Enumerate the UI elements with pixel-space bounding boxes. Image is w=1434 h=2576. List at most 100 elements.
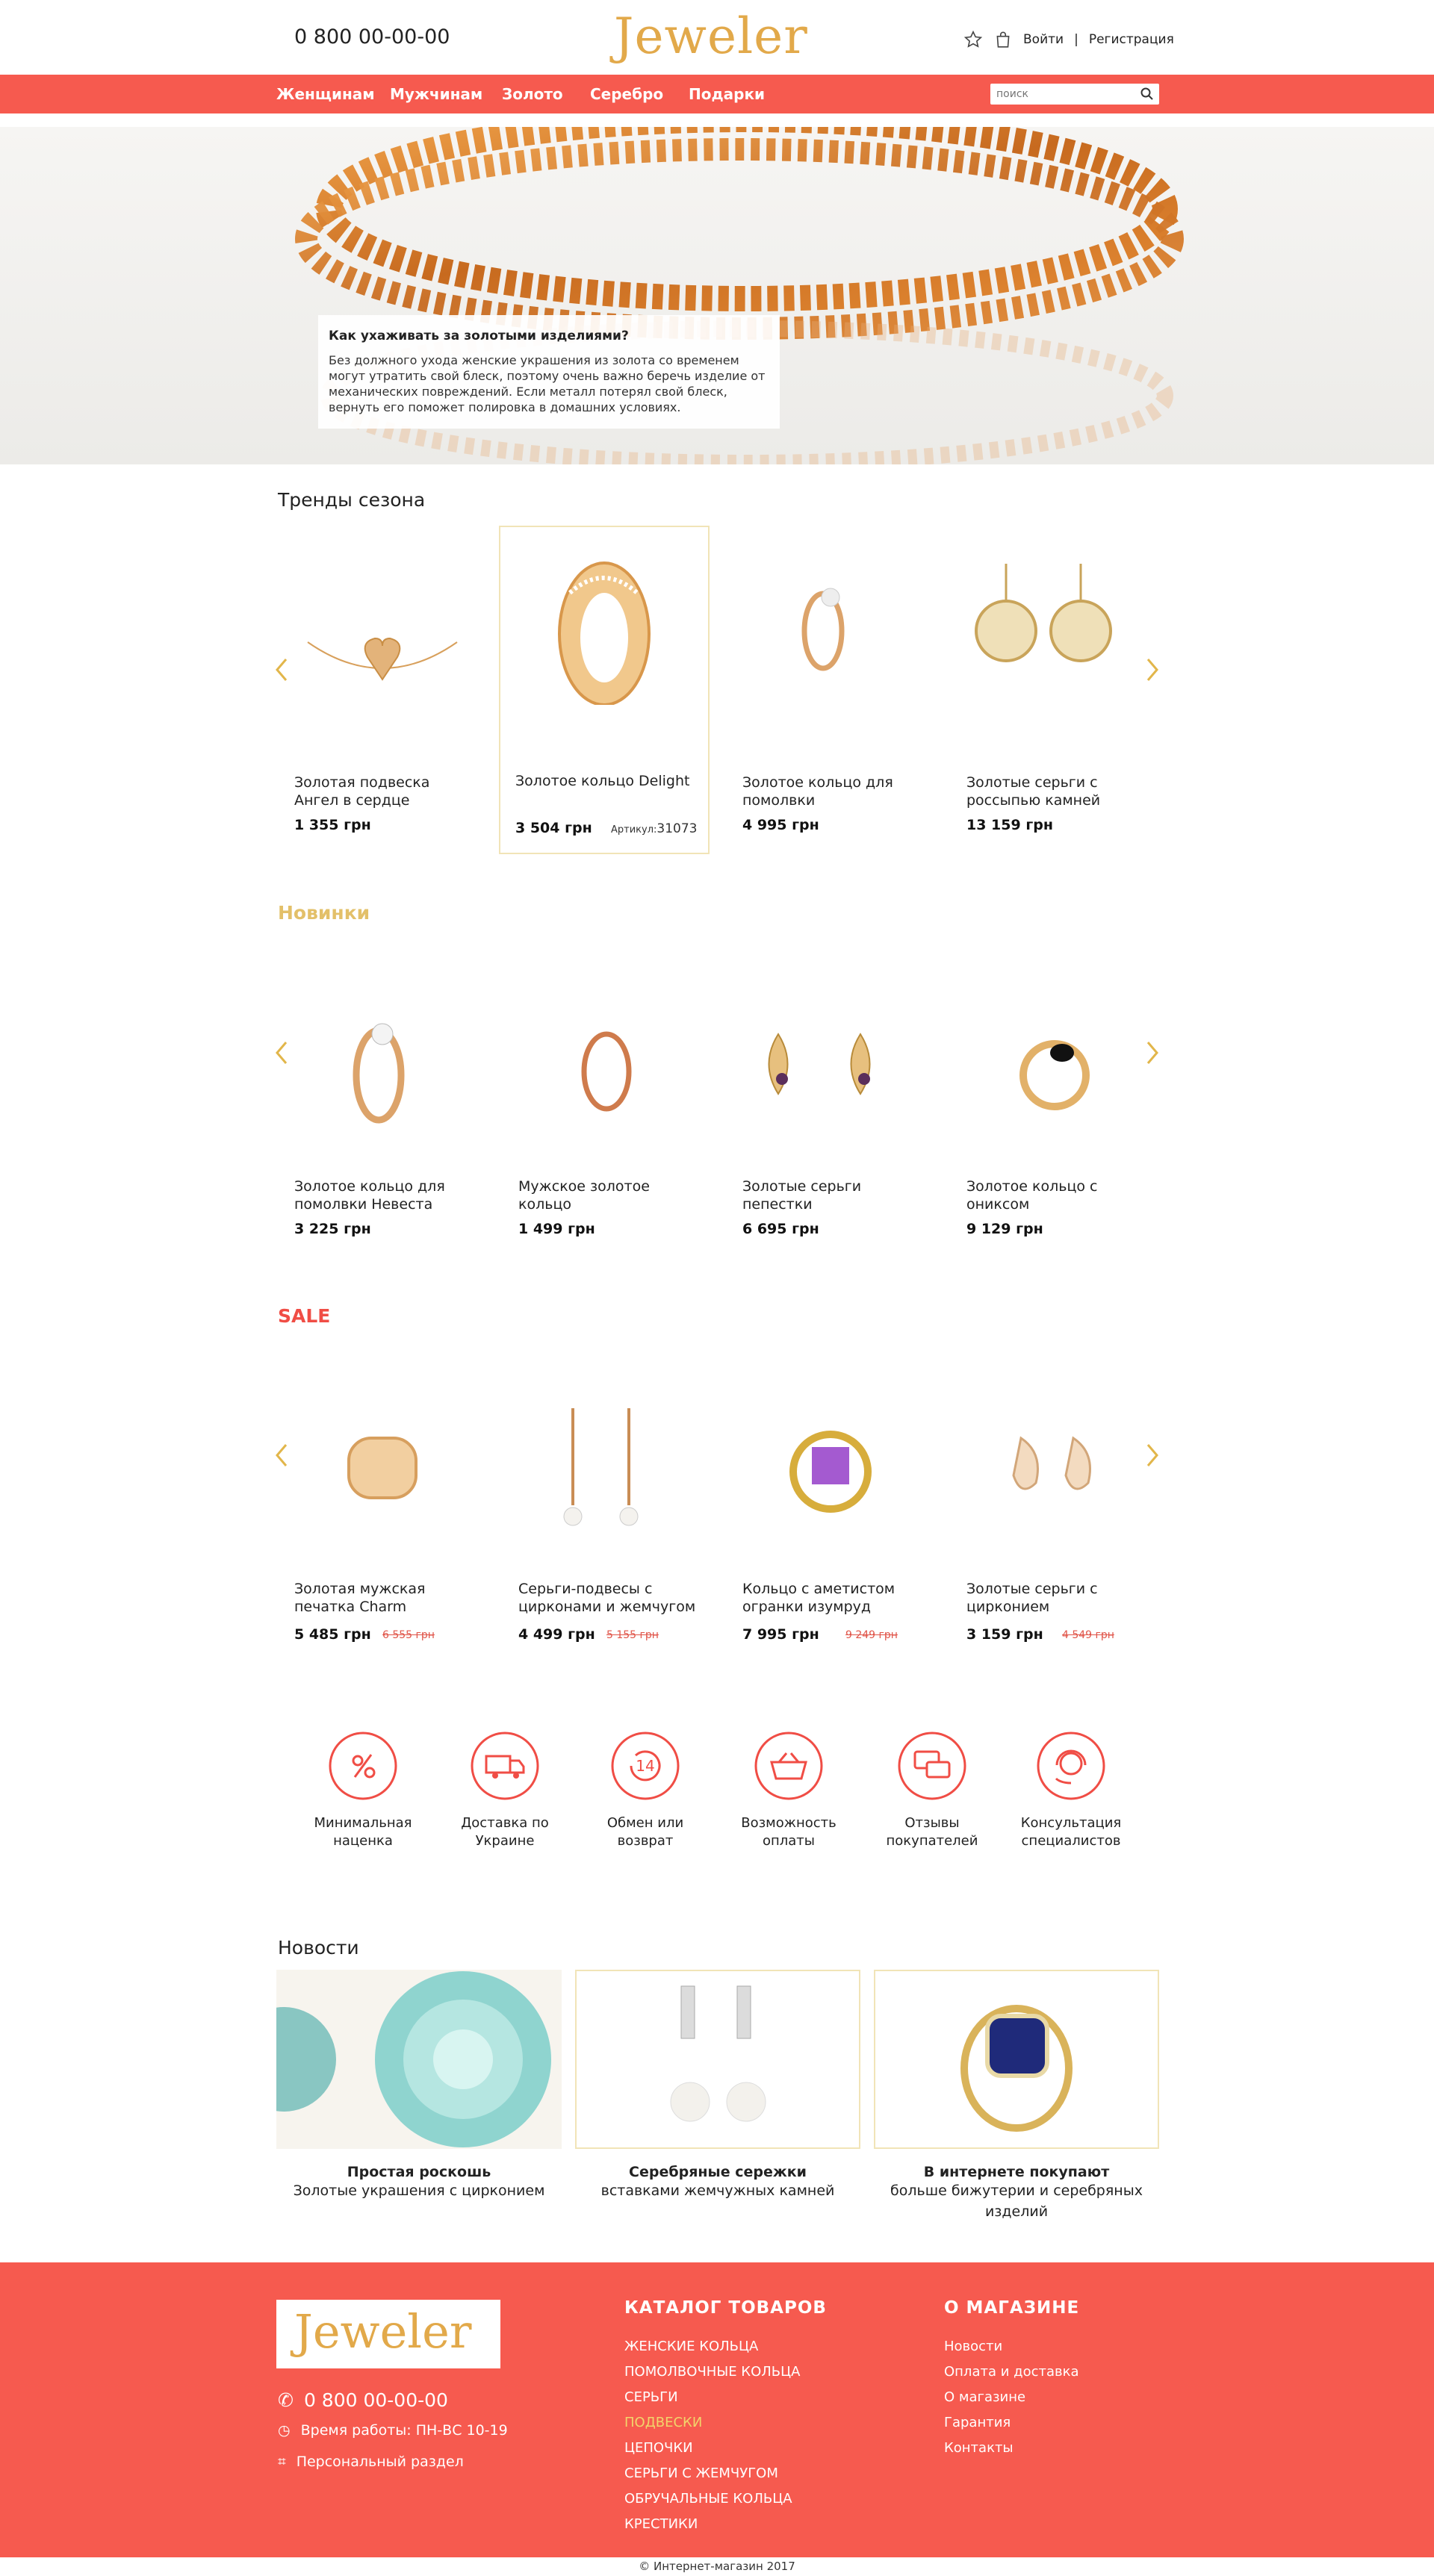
product-name[interactable]: Золотое кольцо с ониксом: [966, 1177, 1146, 1213]
shopping-bag-icon[interactable]: [993, 30, 1013, 49]
product-name[interactable]: Золотые серьги с цирконием: [966, 1580, 1146, 1616]
search-input[interactable]: [990, 84, 1132, 105]
product-card[interactable]: Золотое кольцо с ониксом 9 129 грн: [950, 989, 1161, 1258]
catalog-link[interactable]: ЦЕПОЧКИ: [624, 2436, 827, 2461]
personal-icon: ⌗: [278, 2454, 286, 2470]
product-old-price: 6 555 грн: [382, 1629, 435, 1641]
footer-logo[interactable]: Jeweler: [276, 2300, 500, 2368]
product-price: 3 504 грн: [515, 820, 592, 836]
product-price: 6 695 грн: [742, 1221, 819, 1237]
footer-phone-text: 0 800 00-00-00: [303, 2389, 448, 2411]
news-card[interactable]: Серебряные сережки вставками жемчужных к…: [575, 1970, 860, 2201]
product-card[interactable]: Золотая мужская печатка Charm 5 485 грн …: [278, 1393, 488, 1662]
product-name[interactable]: Серьги-подвесы с цирконами и жемчугом: [518, 1580, 698, 1616]
product-name[interactable]: Золотая мужская печатка Charm: [294, 1580, 474, 1616]
feature-min-markup[interactable]: Минимальная наценка: [303, 1731, 423, 1850]
nav-item-gifts[interactable]: Подарки: [689, 85, 765, 103]
about-link[interactable]: Гарантия: [944, 2410, 1079, 2436]
gemstone-image: [276, 1971, 551, 2147]
catalog-link[interactable]: ЖЕНСКИЕ КОЛЬЦА: [624, 2334, 827, 2359]
about-title: О МАГАЗИНЕ: [944, 2298, 1080, 2318]
about-link[interactable]: Оплата и доставка: [944, 2359, 1079, 2385]
nav-item-men[interactable]: Мужчинам: [390, 85, 482, 103]
about-link[interactable]: О магазине: [944, 2385, 1079, 2410]
product-name[interactable]: Золотая подвеска Ангел в сердце: [294, 774, 474, 809]
news-image: [575, 1970, 860, 2149]
news-headline[interactable]: Серебряные сережки: [575, 2164, 860, 2180]
clock-icon: ◷: [278, 2422, 291, 2439]
product-name[interactable]: Золотое кольцо для помолвки Невеста: [294, 1177, 474, 1213]
basket-icon: [754, 1732, 823, 1800]
nav-item-silver[interactable]: Серебро: [590, 85, 663, 103]
main-nav: Женщинам Мужчинам Золото Серебро Подарки: [0, 75, 1434, 113]
product-card[interactable]: Золотая подвеска Ангел в сердце 1 355 гр…: [278, 530, 488, 859]
product-card[interactable]: Золотые серьги с цирконием 3 159 грн 4 5…: [950, 1393, 1161, 1662]
catalog-link-active[interactable]: ПОДВЕСКИ: [624, 2410, 827, 2436]
product-price: 13 159 грн: [966, 817, 1053, 833]
product-name[interactable]: Золотые серьги пепестки: [742, 1177, 922, 1213]
product-card[interactable]: Золотые серьги пепестки 6 695 грн: [726, 989, 937, 1258]
hero-text: Без должного ухода женские украшения из …: [329, 353, 766, 414]
search-icon[interactable]: [1140, 87, 1155, 102]
hero-title[interactable]: Как ухаживать за золотыми изделиями?: [329, 329, 769, 343]
phone-icon: ✆: [278, 2389, 294, 2411]
about-link[interactable]: Контакты: [944, 2436, 1079, 2461]
catalog-link[interactable]: СЕРЬГИ: [624, 2385, 827, 2410]
product-name[interactable]: Мужское золотое кольцо: [518, 1177, 698, 1213]
product-card[interactable]: Золотое кольцо для помолвки 4 995 грн: [726, 530, 937, 859]
feature-label: Обмен или возврат: [606, 1815, 684, 1849]
product-card[interactable]: Золотое кольцо для помолвки Невеста 3 22…: [278, 989, 488, 1258]
footer-phone[interactable]: ✆ 0 800 00-00-00: [278, 2389, 448, 2411]
product-card[interactable]: Кольцо с аметистом огранки изумруд 7 995…: [726, 1393, 937, 1662]
feature-reviews[interactable]: Отзывы покупателей: [872, 1731, 992, 1850]
logo-text: Jeweler: [614, 7, 808, 65]
trends-title: Тренды сезона: [278, 489, 426, 511]
product-card[interactable]: Серьги-подвесы с цирконами и жемчугом 4 …: [502, 1393, 713, 1662]
footer-hours: ◷ Время работы: ПН-ВС 10-19: [278, 2422, 508, 2439]
news-card[interactable]: Простая роскошь Золотые украшения с цирк…: [276, 1970, 562, 2201]
header-phone[interactable]: 0 800 00-00-00: [294, 25, 450, 49]
catalog-link[interactable]: СЕРЬГИ С ЖЕМЧУГОМ: [624, 2461, 827, 2486]
product-name[interactable]: Золотое кольцо для помолвки: [742, 774, 922, 809]
login-link[interactable]: Войти: [1023, 32, 1064, 47]
nav-item-women[interactable]: Женщинам: [276, 85, 375, 103]
feature-label: Возможность оплаты: [741, 1815, 836, 1849]
hero-banner[interactable]: Как ухаживать за золотыми изделиями? Без…: [0, 127, 1434, 464]
product-price: 1 355 грн: [294, 817, 371, 833]
star-icon[interactable]: [963, 30, 983, 49]
news-headline[interactable]: Простая роскошь: [276, 2164, 562, 2180]
pearl-earrings-image: [563, 1408, 639, 1526]
footer-logo-text: Jeweler: [294, 2304, 472, 2359]
sale-title: SALE: [278, 1305, 331, 1327]
feature-exchange[interactable]: 14 Обмен или возврат: [586, 1731, 705, 1850]
footer-personal[interactable]: ⌗ Персональный раздел: [278, 2454, 464, 2470]
earrings-image: [1012, 1436, 1091, 1490]
nav-item-gold[interactable]: Золото: [502, 85, 563, 103]
product-card[interactable]: Мужское золотое кольцо 1 499 грн: [502, 989, 713, 1258]
signet-ring-image: [347, 1437, 418, 1499]
catalog-link[interactable]: ОБРУЧАЛЬНЫЕ КОЛЬЦА: [624, 2486, 827, 2512]
logo[interactable]: Jeweler: [614, 4, 820, 70]
headset-icon: [1037, 1732, 1105, 1800]
news-desc: Золотые украшения с цирконием: [293, 2183, 545, 2199]
product-card[interactable]: Золотые серьги с россыпью камней 13 159 …: [950, 530, 1161, 859]
product-name[interactable]: Золотые серьги с россыпью камней: [966, 774, 1146, 809]
catalog-link[interactable]: КРЕСТИКИ: [624, 2512, 827, 2537]
news-desc: больше бижутерии и серебряных изделий: [890, 2183, 1143, 2220]
register-link[interactable]: Регистрация: [1089, 32, 1174, 47]
news-card[interactable]: В интернете покупают больше бижутерии и …: [874, 1970, 1159, 2222]
product-name[interactable]: Кольцо с аметистом огранки изумруд: [742, 1580, 922, 1616]
svg-text:14: 14: [636, 1757, 654, 1775]
news-headline[interactable]: В интернете покупают: [874, 2164, 1159, 2180]
hero-text-box: Как ухаживать за золотыми изделиями? Без…: [318, 315, 780, 429]
catalog-link[interactable]: ПОМОЛВОЧНЫЕ КОЛЬЦА: [624, 2359, 827, 2385]
ring-image: [353, 1023, 405, 1124]
new-title: Новинки: [278, 902, 370, 924]
feature-payment[interactable]: Возможность оплаты: [729, 1731, 848, 1850]
feature-delivery[interactable]: Доставка по Украине: [445, 1731, 565, 1850]
feature-consultation[interactable]: Консультация специалистов: [1011, 1731, 1131, 1850]
earrings-image: [975, 564, 1112, 662]
product-name[interactable]: Золотое кольцо Delight: [515, 772, 695, 790]
about-link[interactable]: Новости: [944, 2334, 1079, 2359]
product-card-featured[interactable]: Золотое кольцо Delight 3 504 грн Артикул…: [499, 526, 710, 854]
